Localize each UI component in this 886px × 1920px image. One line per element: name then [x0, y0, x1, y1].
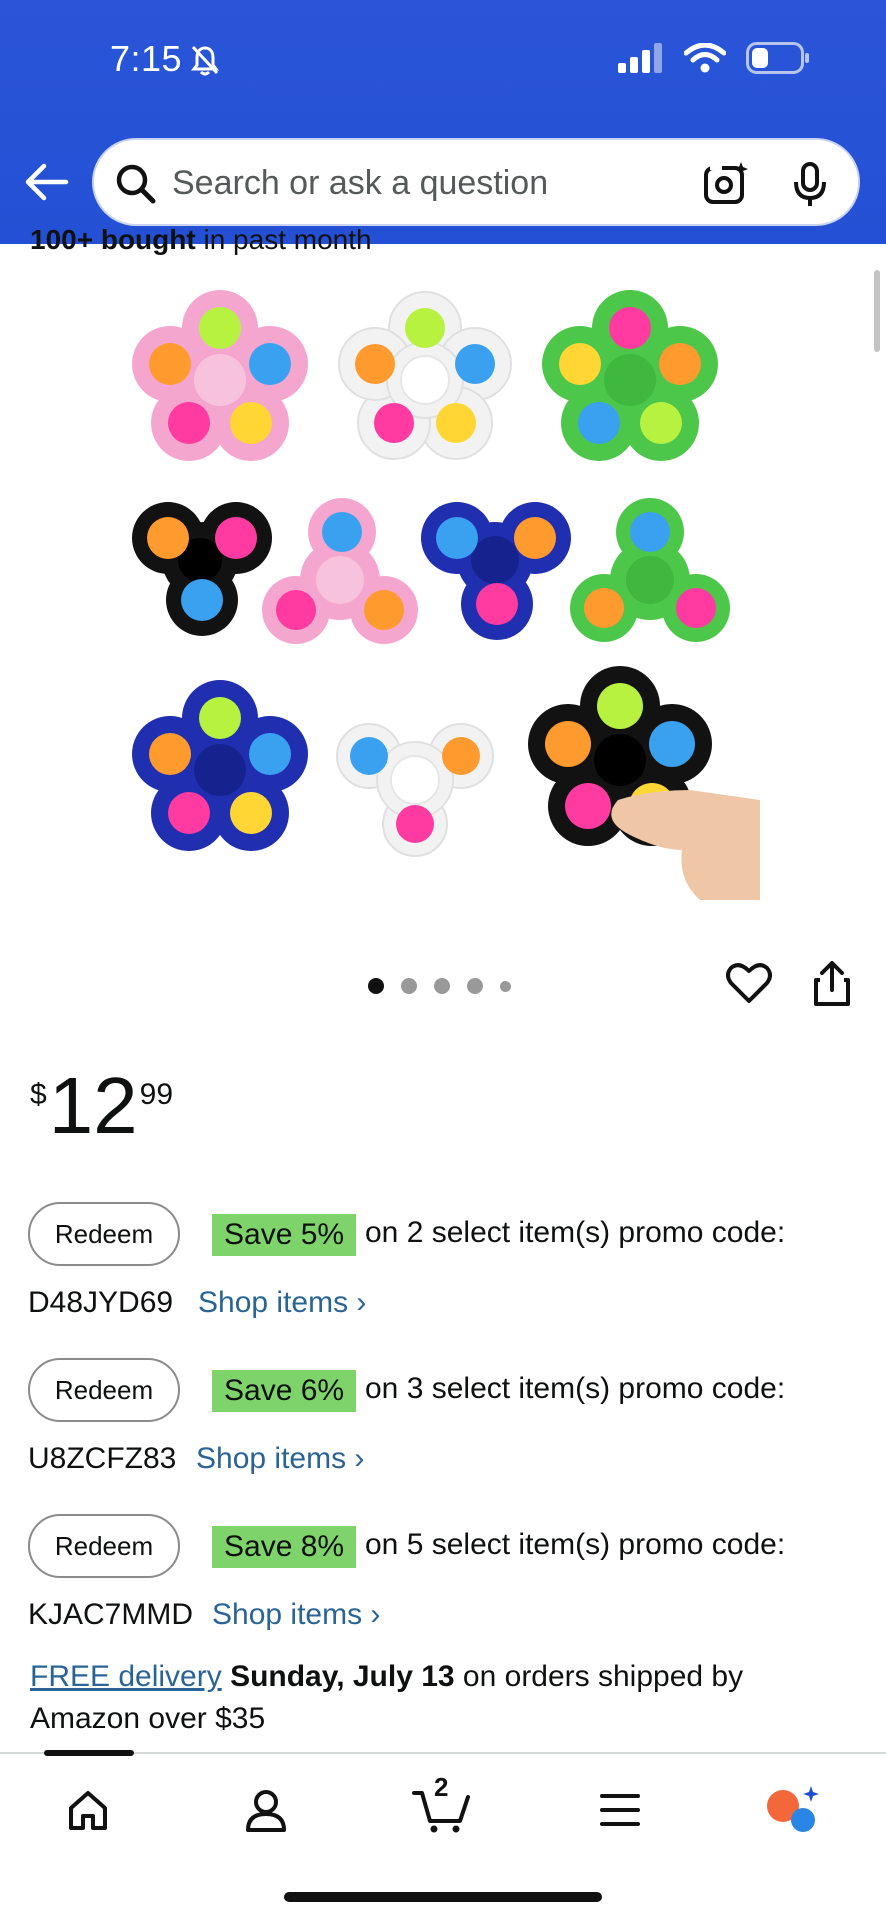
nav-cart[interactable]: 2 [412, 1772, 472, 1840]
hand-shape [611, 790, 760, 900]
share-button[interactable] [812, 960, 852, 1013]
cart-count: 2 [434, 1772, 449, 1802]
spinner-blue-tri [421, 502, 571, 640]
search-icon [116, 164, 156, 204]
promo-description: on 3 select item(s) promo code: [365, 1372, 786, 1405]
spinner-blue [132, 680, 308, 851]
price-currency: $ [30, 1078, 47, 1111]
carousel-dots[interactable] [368, 978, 511, 994]
price-fraction: 99 [139, 1078, 174, 1111]
carousel-dot-4[interactable] [467, 978, 483, 994]
status-icons [618, 42, 810, 74]
person-icon [246, 1790, 286, 1832]
spinner-green [542, 290, 718, 461]
camera-lens-icon[interactable] [702, 160, 750, 208]
battery-icon [746, 42, 809, 74]
wishlist-button[interactable] [726, 962, 772, 1009]
signal-icon [618, 43, 662, 73]
carousel-dot-1[interactable] [368, 978, 384, 994]
delivery-date: Sunday, July 13 [230, 1660, 455, 1693]
silent-bell-icon [191, 45, 219, 76]
free-delivery-link[interactable]: FREE delivery [30, 1660, 222, 1693]
redeem-button[interactable]: Redeem [28, 1202, 180, 1266]
shop-items-link[interactable]: Shop items › [196, 1442, 364, 1476]
promo-description: on 5 select item(s) promo code: [365, 1528, 786, 1561]
nav-account[interactable] [236, 1780, 296, 1840]
shop-items-link[interactable]: Shop items › [212, 1598, 380, 1632]
ai-assistant-icon [767, 1786, 819, 1832]
active-tab-indicator [44, 1750, 134, 1756]
promo-code: KJAC7MMD [28, 1598, 194, 1631]
spinner-white [338, 291, 512, 460]
carousel-dot-3[interactable] [434, 978, 450, 994]
bought-count-bold: 100+ bought [30, 224, 196, 255]
bought-count: 100+ bought in past month [30, 224, 372, 256]
nav-rufus[interactable] [764, 1780, 824, 1840]
save-badge: Save 8% [212, 1526, 357, 1568]
wifi-icon [684, 43, 726, 73]
spinner-white-tri [336, 723, 494, 857]
redeem-button[interactable]: Redeem [28, 1514, 180, 1578]
back-button[interactable] [22, 160, 70, 204]
delivery-info: FREE delivery Sunday, July 13 on orders … [30, 1656, 830, 1740]
promo-code: U8ZCFZ83 [28, 1442, 177, 1475]
arrow-left-icon [25, 163, 69, 201]
shop-items-link[interactable]: Shop items › [198, 1286, 366, 1320]
microphone-icon[interactable] [790, 160, 830, 208]
search-input[interactable]: Search or ask a question [92, 138, 860, 226]
app-header: 7:15 Search or ask a question [0, 0, 886, 244]
home-icon [69, 1791, 107, 1830]
search-placeholder: Search or ask a question [172, 164, 549, 202]
save-badge: Save 6% [212, 1370, 357, 1412]
nav-menu[interactable] [590, 1780, 650, 1840]
save-badge: Save 5% [212, 1214, 357, 1256]
redeem-button[interactable]: Redeem [28, 1358, 180, 1422]
share-icon [814, 961, 850, 1006]
menu-icon [600, 1794, 640, 1826]
home-indicator [284, 1892, 602, 1902]
promo-description: on 2 select item(s) promo code: [365, 1216, 786, 1249]
bought-count-rest: in past month [195, 224, 372, 255]
spinner-black-tri [132, 502, 272, 636]
spinner-pink [132, 290, 308, 461]
product-image[interactable] [130, 290, 760, 910]
product-price: $ 12 99 [30, 1061, 174, 1150]
price-whole: 12 [48, 1061, 138, 1150]
nav-home[interactable] [58, 1780, 118, 1840]
carousel-dot-5[interactable] [500, 980, 511, 992]
heart-icon [726, 963, 772, 1003]
bottom-nav: 2 [0, 1750, 886, 1920]
status-time: 7:15 [110, 38, 183, 79]
spinner-green-tri [570, 498, 730, 642]
carousel-dot-2[interactable] [401, 978, 417, 994]
spinner-pink-tri [262, 498, 418, 644]
scrollbar[interactable] [874, 270, 880, 352]
promo-code: D48JYD69 [28, 1286, 174, 1319]
